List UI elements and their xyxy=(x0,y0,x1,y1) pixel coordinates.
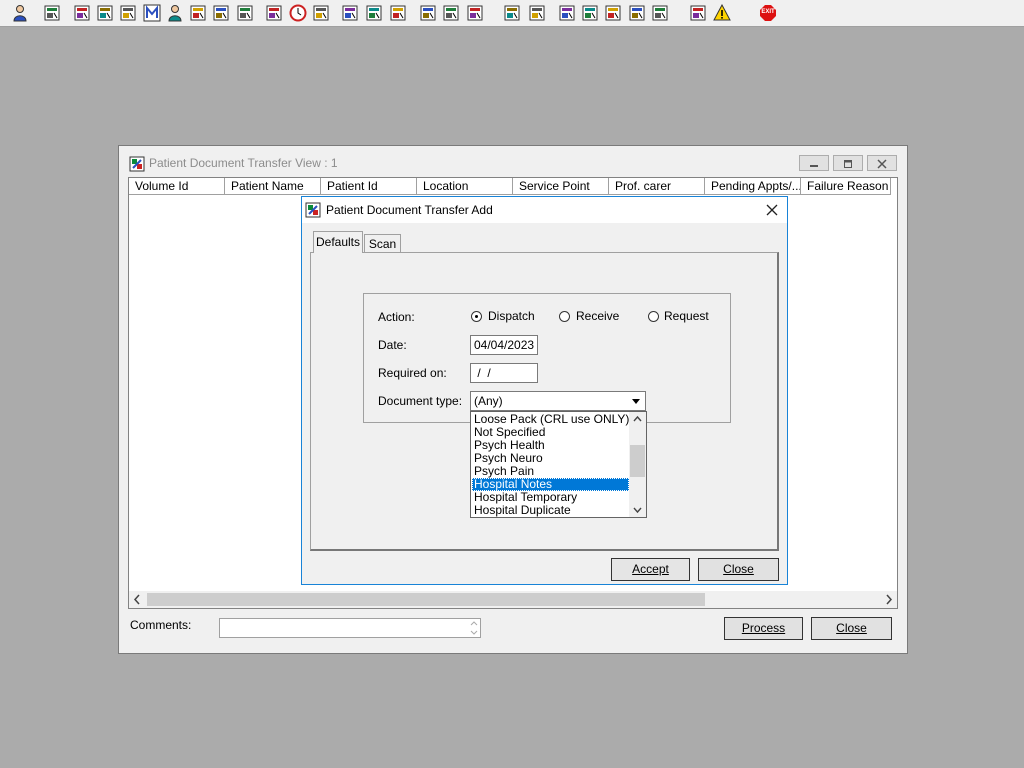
monitor-icon[interactable] xyxy=(311,3,331,23)
chart-icon[interactable] xyxy=(340,3,360,23)
exit-icon[interactable]: EXIT xyxy=(758,3,778,23)
main-title-bar: Patient Document Transfer View : 1 xyxy=(119,146,907,180)
green-arrow-icon[interactable] xyxy=(650,3,670,23)
document-type-label: Document type: xyxy=(378,394,463,408)
form-icon[interactable] xyxy=(364,3,384,23)
date-label: Date: xyxy=(378,338,407,352)
document-type-dropdown[interactable]: Loose Pack (CRL use ONLY) Not Specified Ps… xyxy=(470,411,647,518)
check-list-2-icon[interactable] xyxy=(603,3,623,23)
transfer-icon[interactable] xyxy=(688,3,708,23)
main-window-title: Patient Document Transfer View : 1 xyxy=(149,156,338,170)
dialog-close-button[interactable]: Close xyxy=(698,558,779,581)
column-header[interactable]: Patient Id xyxy=(321,178,417,195)
column-header[interactable]: Service Point xyxy=(513,178,609,195)
clock-icon[interactable] xyxy=(288,3,308,23)
tab-scan[interactable]: Scan xyxy=(364,234,401,253)
document-type-select[interactable]: (Any) xyxy=(470,391,646,411)
column-header[interactable]: Volume Id xyxy=(129,178,225,195)
accept-button[interactable]: Accept xyxy=(611,558,690,581)
column-header[interactable]: Failure Reason xyxy=(801,178,891,195)
tab-scan-label: Scan xyxy=(368,237,397,251)
column-header[interactable]: Prof. carer xyxy=(609,178,705,195)
ambulance-icon[interactable] xyxy=(465,3,485,23)
notes-icon[interactable] xyxy=(418,3,438,23)
column-header[interactable]: Patient Name xyxy=(225,178,321,195)
books-icon[interactable] xyxy=(72,3,92,23)
scroll-up-icon[interactable] xyxy=(629,412,646,426)
maximize-button[interactable] xyxy=(833,155,863,171)
person-icon[interactable] xyxy=(10,3,30,23)
exit-icon-label: EXIT xyxy=(761,9,775,15)
dispatch-label[interactable]: Dispatch xyxy=(488,309,535,323)
window-close-button[interactable] xyxy=(867,155,897,171)
envelope-icon[interactable] xyxy=(264,3,284,23)
comments-spin-icon[interactable] xyxy=(469,619,479,637)
request-radio[interactable] xyxy=(648,311,659,322)
bar-chart-icon[interactable] xyxy=(527,3,547,23)
receive-radio[interactable] xyxy=(559,311,570,322)
horizontal-scrollbar[interactable] xyxy=(129,591,897,608)
column-header[interactable]: Pending Appts/... xyxy=(705,178,801,195)
document-icon[interactable] xyxy=(502,3,522,23)
close-x-icon xyxy=(877,159,887,169)
receive-label[interactable]: Receive xyxy=(576,309,619,323)
app-icon xyxy=(129,156,145,172)
comments-label: Comments: xyxy=(130,618,192,632)
dropdown-scrollbar[interactable] xyxy=(629,412,646,517)
scroll-right-icon[interactable] xyxy=(880,591,897,608)
minimize-icon xyxy=(810,165,818,167)
doctor-icon[interactable] xyxy=(165,3,185,23)
bed-icon[interactable] xyxy=(441,3,461,23)
dropdown-scroll-thumb[interactable] xyxy=(630,445,645,477)
minimize-button[interactable] xyxy=(799,155,829,171)
main-close-button[interactable]: Close xyxy=(811,617,892,640)
comments-input[interactable] xyxy=(219,618,481,638)
date-input[interactable]: 04/04/2023 xyxy=(470,335,538,355)
hand-pointer-icon[interactable] xyxy=(211,3,231,23)
action-label: Action: xyxy=(378,310,415,324)
required-on-label: Required on: xyxy=(378,366,447,380)
process-button[interactable]: Process xyxy=(724,617,803,640)
hand-flag-icon[interactable] xyxy=(235,3,255,23)
dialog-close-button-label: Close xyxy=(723,562,754,576)
restore-icon xyxy=(844,160,852,168)
document-type-value: (Any) xyxy=(474,394,503,408)
notepad-icon[interactable] xyxy=(188,3,208,23)
main-close-button-label: Close xyxy=(836,621,867,635)
grid-icon[interactable] xyxy=(118,3,138,23)
scroll-left-icon[interactable] xyxy=(129,591,146,608)
dialog-app-icon xyxy=(305,202,321,218)
main-toolbar: EXIT xyxy=(0,0,1024,27)
required-on-input[interactable]: / / xyxy=(470,363,538,383)
letter-m-icon[interactable] xyxy=(142,3,162,23)
dialog-title: Patient Document Transfer Add xyxy=(326,203,493,217)
printer-icon[interactable] xyxy=(42,3,62,23)
chevron-down-icon[interactable] xyxy=(629,394,643,408)
dialog-close-icon[interactable] xyxy=(765,203,779,217)
document-type-option[interactable]: Hospital Duplicate xyxy=(472,504,629,517)
warning-icon[interactable] xyxy=(712,3,732,23)
check-list-icon[interactable] xyxy=(580,3,600,23)
dispatch-radio[interactable] xyxy=(471,311,482,322)
accept-button-label: Accept xyxy=(632,562,669,576)
scroll-thumb[interactable] xyxy=(147,593,705,606)
dialog-title-bar: Patient Document Transfer Add xyxy=(302,197,787,223)
edit-red-icon[interactable] xyxy=(95,3,115,23)
tab-defaults-label: Defaults xyxy=(315,235,361,249)
green-check-icon[interactable] xyxy=(627,3,647,23)
scroll-down-icon[interactable] xyxy=(629,503,646,517)
column-header[interactable]: Location xyxy=(417,178,513,195)
process-button-label: Process xyxy=(741,621,786,635)
request-label[interactable]: Request xyxy=(664,309,709,323)
gauge-icon[interactable] xyxy=(388,3,408,23)
tab-defaults[interactable]: Defaults xyxy=(313,231,363,253)
transfer-add-dialog: Patient Document Transfer Add Defaults S… xyxy=(301,196,788,585)
globe-icon[interactable] xyxy=(557,3,577,23)
